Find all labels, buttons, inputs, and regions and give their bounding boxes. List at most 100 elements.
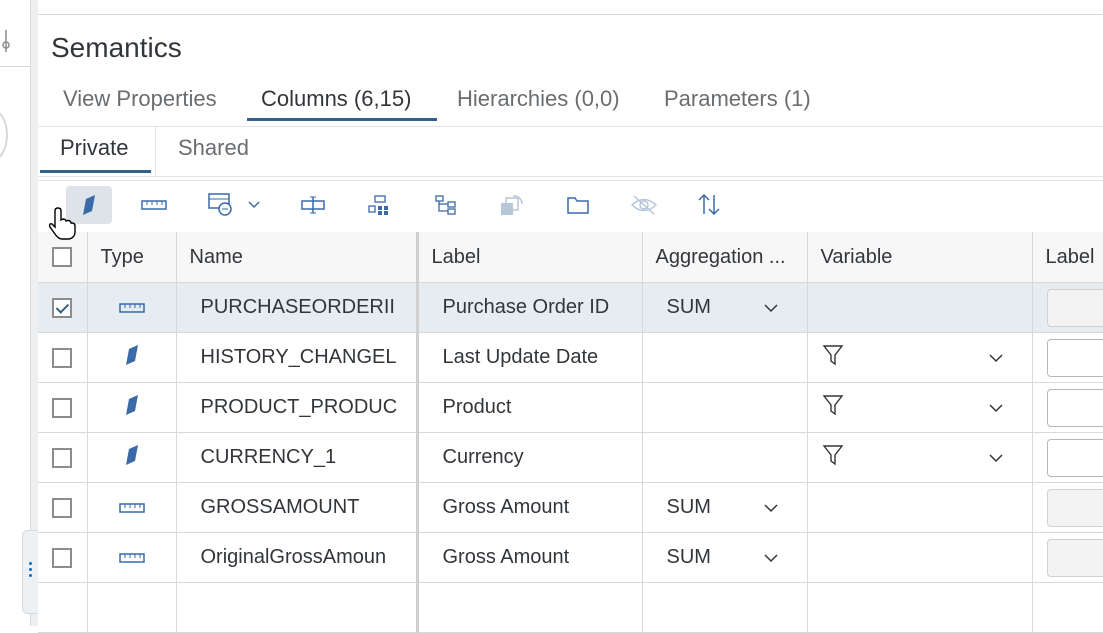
chevron-down-icon[interactable]: [763, 296, 779, 319]
tab-columns[interactable]: Columns (6,15): [261, 86, 411, 112]
row-select-cell: [38, 533, 87, 583]
row-checkbox[interactable]: [52, 548, 72, 568]
name-cell[interactable]: OriginalGrossAmoun: [176, 533, 417, 583]
column-header-name[interactable]: Name: [176, 232, 417, 283]
label-column-cell[interactable]: [1032, 333, 1103, 383]
column-header-label[interactable]: Label: [417, 232, 642, 283]
sort-icon[interactable]: [687, 186, 733, 224]
label-column-cell[interactable]: [1032, 483, 1103, 533]
filter-icon[interactable]: [822, 394, 844, 422]
column-header-variable[interactable]: Variable: [807, 232, 1032, 283]
tab-private[interactable]: Private: [60, 135, 128, 161]
type-cell: [87, 333, 176, 383]
mouse-cursor-icon: [48, 206, 76, 240]
label-cell[interactable]: Last Update Date: [417, 333, 642, 383]
variable-cell[interactable]: [807, 433, 1032, 483]
empty-row: [38, 583, 1103, 633]
sub-tab-bar: Private Shared: [38, 126, 1103, 177]
aggregation-cell[interactable]: SUM: [642, 533, 807, 583]
tab-view-properties[interactable]: View Properties: [63, 86, 217, 112]
label-column-input[interactable]: [1047, 289, 1103, 327]
pin-icon[interactable]: [0, 28, 12, 59]
label-column-cell[interactable]: [1032, 383, 1103, 433]
label-cell[interactable]: Gross Amount: [417, 533, 642, 583]
label-column-input[interactable]: [1047, 439, 1103, 477]
table-row[interactable]: PRODUCT_PRODUCProduct: [38, 383, 1103, 433]
type-cell: [87, 283, 176, 333]
name-cell[interactable]: HISTORY_CHANGEL: [176, 333, 417, 383]
label-column-cell[interactable]: [1032, 433, 1103, 483]
label-cell[interactable]: Purchase Order ID: [417, 283, 642, 333]
rename-icon[interactable]: [290, 186, 336, 224]
type-cell: [87, 483, 176, 533]
variable-cell[interactable]: [807, 283, 1032, 333]
column-header-aggregation[interactable]: Aggregation ...: [642, 232, 807, 283]
row-checkbox[interactable]: [52, 298, 72, 318]
label-column-cell[interactable]: [1032, 283, 1103, 333]
chevron-down-icon[interactable]: [988, 346, 1004, 369]
table-row[interactable]: CURRENCY_1Currency: [38, 433, 1103, 483]
chevron-down-icon[interactable]: [988, 396, 1004, 419]
type-cell: [87, 433, 176, 483]
name-cell[interactable]: CURRENCY_1: [176, 433, 417, 483]
row-checkbox[interactable]: [52, 448, 72, 468]
chevron-down-icon[interactable]: [763, 496, 779, 519]
row-select-cell: [38, 333, 87, 383]
tab-hierarchies[interactable]: Hierarchies (0,0): [457, 86, 620, 112]
chevron-down-icon[interactable]: [763, 546, 779, 569]
label-column-cell[interactable]: [1032, 533, 1103, 583]
name-cell[interactable]: PRODUCT_PRODUC: [176, 383, 417, 433]
type-cell: [87, 533, 176, 583]
aggregation-cell[interactable]: [642, 333, 807, 383]
variable-cell[interactable]: [807, 483, 1032, 533]
aggregation-value: SUM: [667, 546, 711, 569]
table-row[interactable]: PURCHASEORDERIIPurchase Order IDSUM: [38, 283, 1103, 333]
label-column-input[interactable]: [1047, 339, 1103, 377]
label-column-input[interactable]: [1047, 389, 1103, 427]
row-checkbox[interactable]: [52, 398, 72, 418]
tab-shared[interactable]: Shared: [178, 135, 249, 161]
variable-cell[interactable]: [807, 333, 1032, 383]
row-select-cell: [38, 483, 87, 533]
swap-icon[interactable]: [489, 186, 535, 224]
label-column-input[interactable]: [1047, 489, 1103, 527]
aggregation-cell[interactable]: [642, 433, 807, 483]
folder-icon[interactable]: [555, 186, 601, 224]
column-header-label-column[interactable]: Label: [1032, 232, 1103, 283]
label-cell[interactable]: Product: [417, 383, 642, 433]
variable-cell[interactable]: [807, 533, 1032, 583]
label-cell[interactable]: Gross Amount: [417, 483, 642, 533]
row-checkbox[interactable]: [52, 348, 72, 368]
table-row[interactable]: HISTORY_CHANGELLast Update Date: [38, 333, 1103, 383]
aggregation-cell[interactable]: SUM: [642, 483, 807, 533]
measure-icon[interactable]: [131, 186, 177, 224]
label-cell[interactable]: Currency: [417, 433, 642, 483]
columns-table: Type Name Label Aggregation ... Variable…: [38, 232, 1103, 633]
columns-toolbar: [38, 180, 1103, 231]
tree-icon[interactable]: [423, 186, 469, 224]
filter-icon[interactable]: [822, 444, 844, 472]
aggregation-cell[interactable]: SUM: [642, 283, 807, 333]
label-column-input[interactable]: [1047, 539, 1103, 577]
hierarchy-icon[interactable]: [356, 186, 402, 224]
main-tab-bar: View Properties Columns (6,15) Hierarchi…: [38, 80, 1103, 127]
tab-columns-underline: [247, 118, 437, 121]
column-header-type[interactable]: Type: [87, 232, 176, 283]
select-all-checkbox[interactable]: [52, 247, 72, 267]
hide-icon[interactable]: [621, 186, 667, 224]
table-row[interactable]: OriginalGrossAmounGross Amount SUM: [38, 533, 1103, 583]
attribute-icon: [125, 348, 139, 370]
table-row[interactable]: GROSSAMOUNTGross AmountSUM: [38, 483, 1103, 533]
variable-cell[interactable]: [807, 383, 1032, 433]
measure-icon: [119, 496, 145, 518]
calculated-column-icon[interactable]: [204, 186, 266, 224]
filter-icon[interactable]: [822, 344, 844, 372]
tab-parameters[interactable]: Parameters (1): [664, 86, 811, 112]
aggregation-cell[interactable]: [642, 383, 807, 433]
attribute-icon: [125, 398, 139, 420]
name-cell[interactable]: GROSSAMOUNT: [176, 483, 417, 533]
chevron-down-icon[interactable]: [988, 446, 1004, 469]
row-checkbox[interactable]: [52, 498, 72, 518]
page-title: Semantics: [51, 32, 182, 64]
name-cell[interactable]: PURCHASEORDERII: [176, 283, 417, 333]
